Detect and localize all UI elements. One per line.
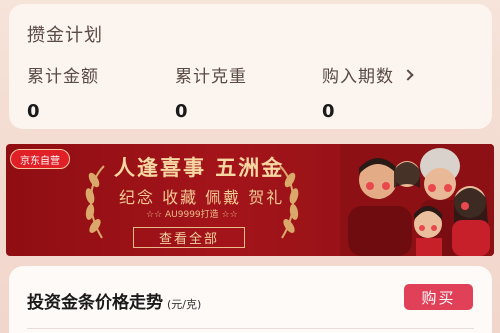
plan-title: 攒金计划 (27, 25, 103, 46)
gold-bar-price-trend-card: 投资金条价格走势 (元/克) 购买 (9, 266, 492, 333)
stat-label: 购入期数 (322, 67, 394, 87)
price-trend-title: 投资金条价格走势 (元/克) (27, 288, 201, 313)
family-photo (340, 144, 494, 256)
stat-periods-link[interactable]: 购入期数 (322, 62, 414, 87)
divider (27, 328, 474, 329)
stat-purchase-periods[interactable]: 购入期数 0 (322, 62, 414, 122)
view-all-button[interactable]: 查看全部 (133, 227, 245, 248)
stat-value: 0 (175, 101, 188, 122)
stat-label: 累计金额 (27, 67, 99, 87)
price-title-text: 投资金条价格走势 (27, 293, 163, 313)
gold-saving-plan-card: 攒金计划 累计金额 0 累计克重 0 购入期数 0 (9, 4, 492, 129)
laurel-right-icon (279, 165, 299, 239)
banner-au9999-text: ☆☆ AU9999打造 ☆☆ (146, 210, 238, 220)
stat-value: 0 (27, 101, 40, 122)
promo-banner[interactable]: 京东自营 人逢喜事 五洲金 纪念 收藏 佩戴 贺礼 ☆☆ AU9999打造 ☆☆… (6, 144, 494, 256)
stat-label: 累计克重 (175, 67, 247, 87)
laurel-left-icon (85, 165, 105, 239)
stat-total-weight: 累计克重 0 (175, 62, 247, 122)
stat-total-amount: 累计金额 0 (27, 62, 99, 122)
stat-value: 0 (322, 101, 335, 122)
chevron-right-icon (402, 68, 414, 81)
price-unit: (元/克) (167, 298, 202, 311)
jd-self-operated-badge: 京东自营 (10, 149, 70, 169)
buy-button[interactable]: 购买 (404, 284, 473, 310)
banner-subline: 纪念 收藏 佩戴 贺礼 (119, 188, 285, 207)
banner-headline: 人逢喜事 五洲金 (114, 156, 285, 180)
